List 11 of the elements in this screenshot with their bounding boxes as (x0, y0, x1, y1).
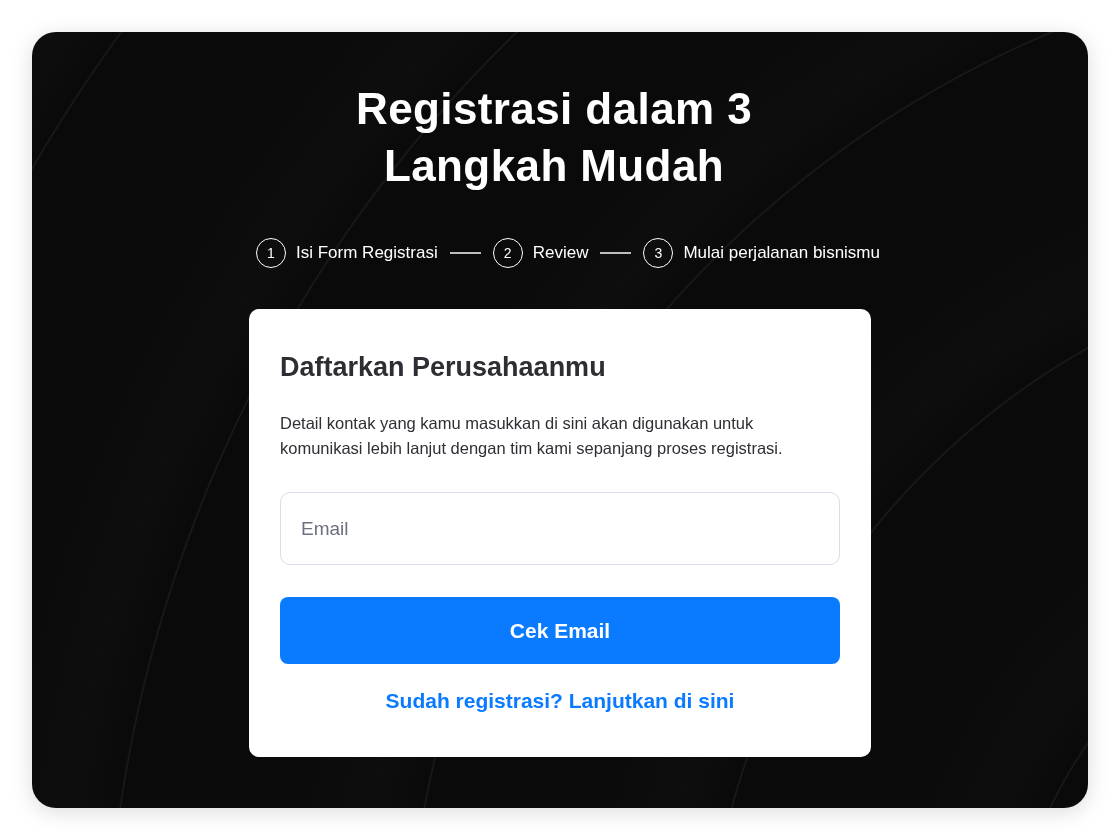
check-email-button[interactable]: Cek Email (280, 597, 840, 664)
login-link[interactable]: Sudah registrasi? Lanjutkan di sini (385, 686, 735, 716)
page-title: Registrasi dalam 3 Langkah Mudah (354, 83, 753, 192)
step-label: Mulai perjalanan bisnismu (683, 242, 880, 264)
email-field[interactable]: Email (280, 492, 840, 565)
step-connector (449, 252, 481, 254)
form-description: Detail kontak yang kamu masukkan di sini akan digunakan untuk komunikasi lebih lanjut dengan tim kami sepanjang proses registrasi. (280, 413, 784, 459)
form-heading: Daftarkan Perusahaanmu (280, 351, 607, 384)
step-label: Review (532, 242, 589, 264)
step-label: Isi Form Registrasi (296, 242, 438, 264)
step-connector (600, 252, 632, 254)
